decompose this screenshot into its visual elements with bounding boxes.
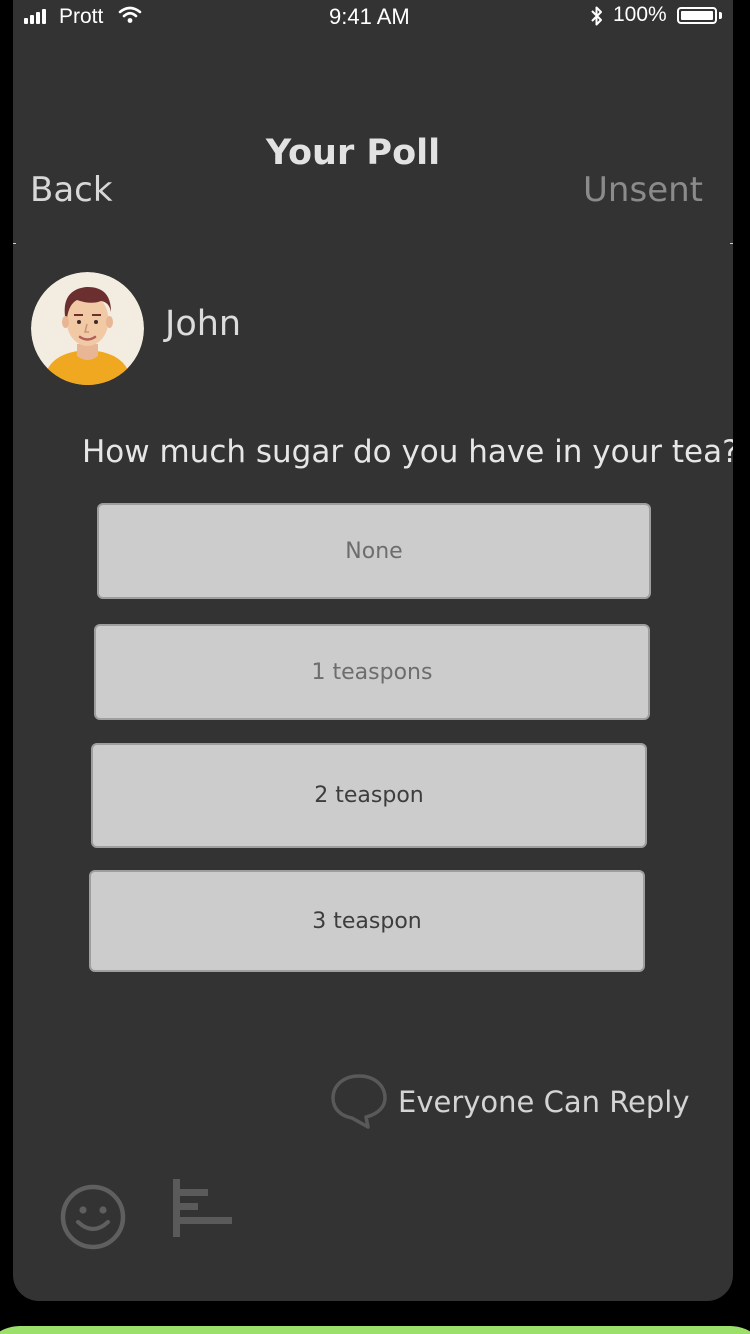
poll-option-3-teaspoon[interactable]: 3 teaspon (89, 870, 645, 972)
background-strip (0, 1326, 750, 1334)
signal-icon (24, 9, 46, 24)
status-time: 9:41 AM (329, 4, 410, 29)
poll-option-label: None (345, 538, 403, 564)
device-frame: Prott 9:41 AM 100% Your Poll Back Unsent… (0, 0, 750, 1334)
wifi-icon (118, 6, 142, 30)
smiley-icon[interactable] (59, 1183, 127, 1255)
reply-permission-label[interactable]: Everyone Can Reply (398, 1085, 690, 1119)
poll-option-none[interactable]: None (97, 503, 651, 599)
author-name: John (165, 304, 242, 344)
header-divider-right (730, 243, 733, 244)
avatar[interactable] (31, 272, 144, 385)
speech-bubble-icon[interactable] (330, 1072, 388, 1134)
poll-option-label: 1 teaspons (311, 659, 433, 685)
header-divider-left (13, 243, 16, 244)
unsent-status-button[interactable]: Unsent (583, 170, 703, 210)
battery-nub (719, 12, 722, 19)
poll-question: How much sugar do you have in your tea? (82, 434, 733, 470)
person-avatar-icon (31, 272, 144, 385)
poll-option-1-teaspoon[interactable]: 1 teaspons (94, 624, 650, 720)
poll-option-2-teaspoon[interactable]: 2 teaspon (91, 743, 647, 848)
app-screen: Prott 9:41 AM 100% Your Poll Back Unsent… (13, 0, 733, 1301)
bluetooth-icon (590, 5, 604, 33)
bar-chart-icon[interactable] (171, 1177, 235, 1245)
page-title: Your Poll (265, 133, 441, 173)
poll-option-label: 2 teaspon (314, 783, 424, 808)
battery-icon (677, 7, 717, 24)
battery-percentage: 100% (613, 3, 667, 26)
back-button[interactable]: Back (30, 170, 113, 210)
status-bar: Prott 9:41 AM 100% (13, 0, 733, 34)
poll-option-label: 3 teaspon (312, 908, 422, 934)
carrier-name: Prott (59, 5, 104, 28)
